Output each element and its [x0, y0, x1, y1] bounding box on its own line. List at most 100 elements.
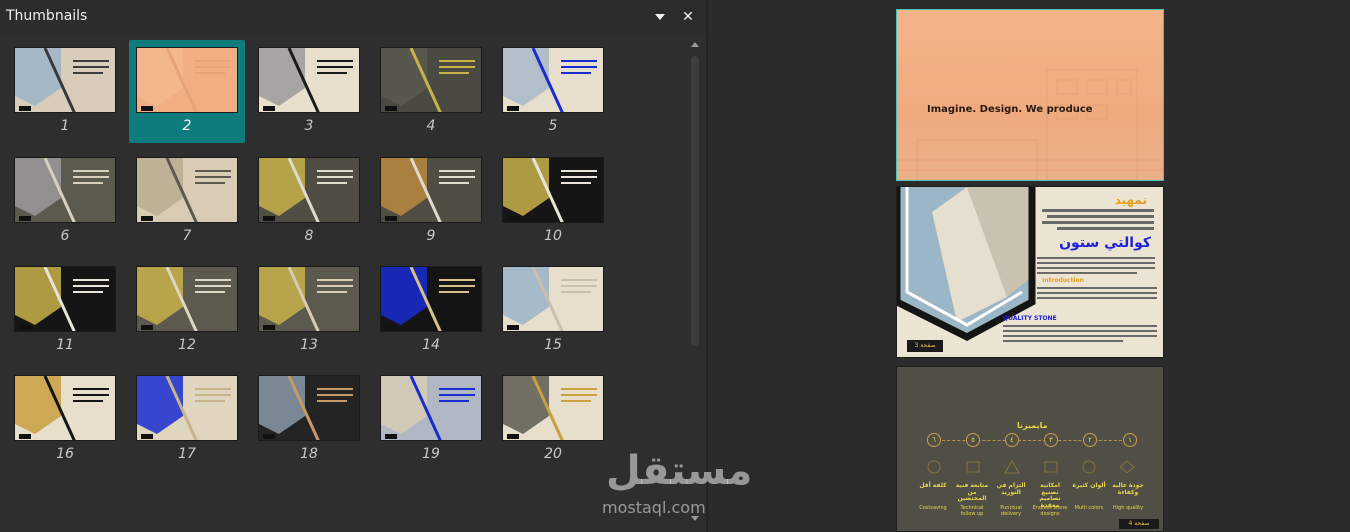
vertical-scrollbar[interactable] [689, 40, 701, 532]
slide-thumbnail[interactable]: 13 [251, 259, 367, 362]
slide-thumbnail[interactable]: 8 [251, 150, 367, 253]
scroll-up-icon[interactable] [691, 42, 699, 47]
slide-number: 5 [548, 118, 558, 134]
slide-thumbnail-image [502, 266, 604, 332]
slide-thumbnail[interactable]: 2 [129, 40, 245, 143]
feature-label: التزام في التوريد [996, 482, 1026, 496]
feature-sublabel: Multi colors [1074, 505, 1104, 511]
slide-thumbnail-image [258, 47, 360, 113]
step-circle: ٥ [966, 433, 980, 447]
close-icon: ✕ [682, 9, 694, 25]
slide-thumbnail[interactable]: 20 [495, 368, 611, 471]
slide-thumbnail-image [136, 47, 238, 113]
slide-number: 16 [56, 446, 74, 462]
slide-number: 12 [178, 337, 196, 353]
step-circle: ٦ [927, 433, 941, 447]
feature-label: ألوان كثيرة [1072, 482, 1106, 489]
features-title-ar: مايميزنا [1017, 421, 1048, 430]
slide-thumbnail-image [14, 47, 116, 113]
slide-tagline: Imagine. Design. We produce [927, 104, 1093, 115]
slide-number: 8 [304, 228, 314, 244]
introduction-label: Introduction [1042, 277, 1084, 284]
slide-thumbnail[interactable]: 15 [495, 259, 611, 362]
page-label: صفحة 4 [1119, 519, 1159, 529]
slide-thumbnail-image [502, 47, 604, 113]
scroll-down-icon[interactable] [691, 516, 699, 521]
triangle-down-icon [655, 14, 665, 20]
slide-preview-area: Imagine. Design. We produce تمهيد كوالتي… [708, 0, 1350, 532]
slide-thumbnail[interactable]: 7 [129, 150, 245, 253]
step-circle: ٤ [1005, 433, 1019, 447]
slide-thumbnail[interactable]: 6 [7, 150, 123, 253]
slide-preview-4[interactable]: مايميزنا ٦ ٥ ٤ ٣ ٢ ١ كلفة أقل متابعة فني… [896, 366, 1164, 532]
step-circle: ٢ [1083, 433, 1097, 447]
slide-thumbnail-image [258, 375, 360, 441]
slide-thumbnail-image [502, 375, 604, 441]
slide-thumbnail-image [14, 266, 116, 332]
slide-number: 2 [182, 118, 192, 134]
slide-thumbnail[interactable]: 14 [373, 259, 489, 362]
slide-number: 14 [422, 337, 440, 353]
feature-label: جودة عالية وكفاءة [1112, 482, 1144, 496]
pane-header: Thumbnails ✕ [0, 0, 706, 34]
slide-thumbnail[interactable]: 12 [129, 259, 245, 362]
step-circle: ٣ [1044, 433, 1058, 447]
feature-sublabel: Costsaving [919, 505, 947, 511]
pane-title: Thumbnails [6, 8, 88, 24]
slide-thumbnail[interactable]: 19 [373, 368, 489, 471]
slide-number: 15 [544, 337, 562, 353]
feature-sublabel: High quality [1112, 505, 1144, 511]
slide-thumbnail-image [380, 157, 482, 223]
slide-thumbnail[interactable]: 18 [251, 368, 367, 471]
steps-connector [927, 440, 1137, 441]
slide-number: 19 [422, 446, 440, 462]
slide-thumbnail[interactable]: 1 [7, 40, 123, 143]
slide-preview-2[interactable]: Imagine. Design. We produce [896, 9, 1164, 181]
pane-menu-button[interactable] [650, 7, 670, 27]
slide-heading-ar: تمهيد [1114, 193, 1147, 207]
slide-number: 4 [426, 118, 436, 134]
slide-number: 7 [182, 228, 192, 244]
slide-number: 6 [60, 228, 70, 244]
slide-thumbnail[interactable]: 17 [129, 368, 245, 471]
slide-thumbnail[interactable]: 5 [495, 40, 611, 143]
slide-thumbnail-image [14, 375, 116, 441]
quality-stone-label: QUALITY STONE [1003, 315, 1057, 322]
slide-number: 17 [178, 446, 196, 462]
slide-thumbnail-image [380, 375, 482, 441]
feature-label: كلفة أقل [919, 482, 947, 489]
slide-number: 1 [60, 118, 70, 134]
slide-number: 18 [300, 446, 318, 462]
slide-preview-3[interactable]: تمهيد كوالتي ستون Introduction QUALITY S… [896, 186, 1164, 358]
close-pane-button[interactable]: ✕ [678, 7, 698, 27]
slide-thumbnail[interactable]: 16 [7, 368, 123, 471]
faded-building-image [897, 69, 1163, 180]
slide-thumbnail-image [380, 47, 482, 113]
slide-thumbnail-image [258, 157, 360, 223]
slide-number: 3 [304, 118, 314, 134]
feature-icons [927, 460, 1135, 474]
company-name-ar: كوالتي ستون [1059, 235, 1151, 251]
scrollbar-thumb[interactable] [691, 56, 699, 346]
page-label: صفحة 3 [907, 340, 943, 352]
slide-thumbnail-image [502, 157, 604, 223]
slide-thumbnail-image [14, 157, 116, 223]
slide-thumbnail[interactable]: 9 [373, 150, 489, 253]
slide-thumbnail[interactable]: 11 [7, 259, 123, 362]
thumbnails-pane: Thumbnails ✕ 1 2 3 4 5 6 7 8 9 10 11 12 13 14 15 16 17 18… [0, 0, 706, 532]
slide-thumbnail-image [380, 266, 482, 332]
slide-thumbnail[interactable]: 4 [373, 40, 489, 143]
slide-thumbnail[interactable]: 10 [495, 150, 611, 253]
slide-thumbnail-image [136, 157, 238, 223]
feature-sublabel: Technical follow up [960, 505, 984, 517]
slide-number: 20 [544, 446, 562, 462]
slide-number: 13 [300, 337, 318, 353]
slide-number: 9 [426, 228, 436, 244]
slide-thumbnail[interactable]: 3 [251, 40, 367, 143]
feature-sublabel: Punctual delivery [1000, 505, 1022, 517]
slide-thumbnail-image [136, 375, 238, 441]
stone-column-image [897, 187, 1157, 342]
feature-sublabel: Endless stone designs [1032, 505, 1068, 517]
slide-number: 11 [56, 337, 74, 353]
feature-label: متابعة فنية من المختصين [955, 482, 989, 503]
